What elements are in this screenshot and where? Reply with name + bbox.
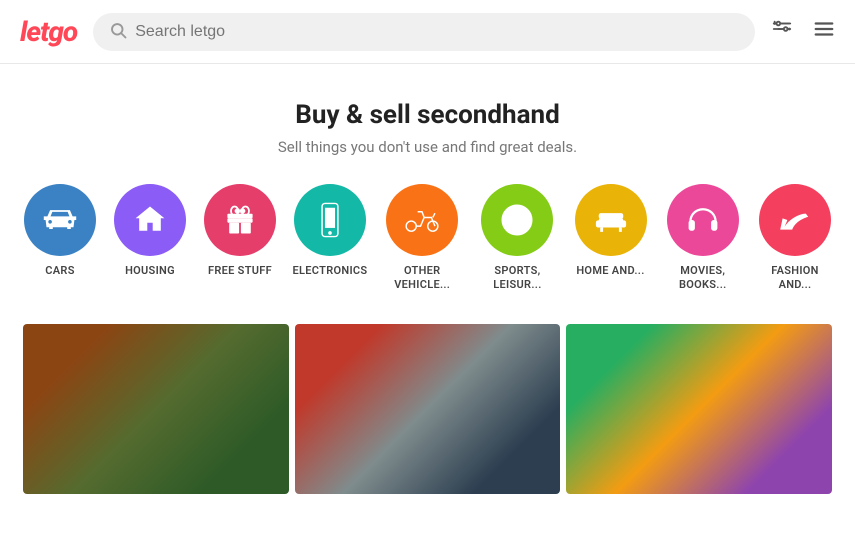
category-circle-electronics (294, 184, 366, 256)
category-other-vehicles[interactable]: OTHER VEHICLE... (380, 184, 464, 293)
category-label-sports: SPORTS, LEISUR... (474, 264, 560, 293)
hero-title: Buy & sell secondhand (20, 100, 835, 130)
category-home-and[interactable]: HOME AND... (571, 184, 651, 293)
category-circle-home-and (575, 184, 647, 256)
category-fashion[interactable]: FASHION AND... (755, 184, 835, 293)
categories-row: CARS HOUSING FREE STUFF ELECTRONICS OTHER VE… (0, 184, 855, 321)
product-card[interactable] (295, 324, 561, 494)
product-grid (0, 321, 855, 497)
category-circle-cars (24, 184, 96, 256)
menu-icon[interactable] (813, 18, 835, 45)
category-circle-sports (481, 184, 553, 256)
search-icon (109, 21, 127, 43)
category-movies-books[interactable]: MOVIES, BOOKS... (661, 184, 746, 293)
category-label-free-stuff: FREE STUFF (208, 264, 272, 278)
category-label-fashion: FASHION AND... (755, 264, 835, 293)
category-electronics[interactable]: ELECTRONICS (290, 184, 370, 293)
filter-icon[interactable] (771, 18, 793, 45)
search-bar[interactable] (93, 13, 755, 51)
category-sports[interactable]: SPORTS, LEISUR... (474, 184, 560, 293)
category-label-electronics: ELECTRONICS (293, 264, 368, 278)
category-circle-fashion (759, 184, 831, 256)
category-free-stuff[interactable]: FREE STUFF (200, 184, 280, 293)
header-icons (771, 18, 835, 45)
search-input[interactable] (135, 23, 739, 41)
category-housing[interactable]: HOUSING (110, 184, 190, 293)
category-label-home-and: HOME AND... (576, 264, 644, 278)
category-circle-housing (114, 184, 186, 256)
header: letgo (0, 0, 855, 64)
product-card[interactable] (23, 324, 289, 494)
category-circle-other-vehicles (386, 184, 458, 256)
hero-section: Buy & sell secondhand Sell things you do… (0, 64, 855, 184)
category-circle-movies-books (667, 184, 739, 256)
hero-subtitle: Sell things you don't use and find great… (20, 138, 835, 156)
product-card[interactable] (566, 324, 832, 494)
category-label-movies-books: MOVIES, BOOKS... (661, 264, 746, 293)
category-label-cars: CARS (45, 264, 74, 278)
category-label-other-vehicles: OTHER VEHICLE... (380, 264, 464, 293)
category-cars[interactable]: CARS (20, 184, 100, 293)
category-circle-free-stuff (204, 184, 276, 256)
category-label-housing: HOUSING (125, 264, 175, 278)
logo[interactable]: letgo (20, 15, 77, 48)
